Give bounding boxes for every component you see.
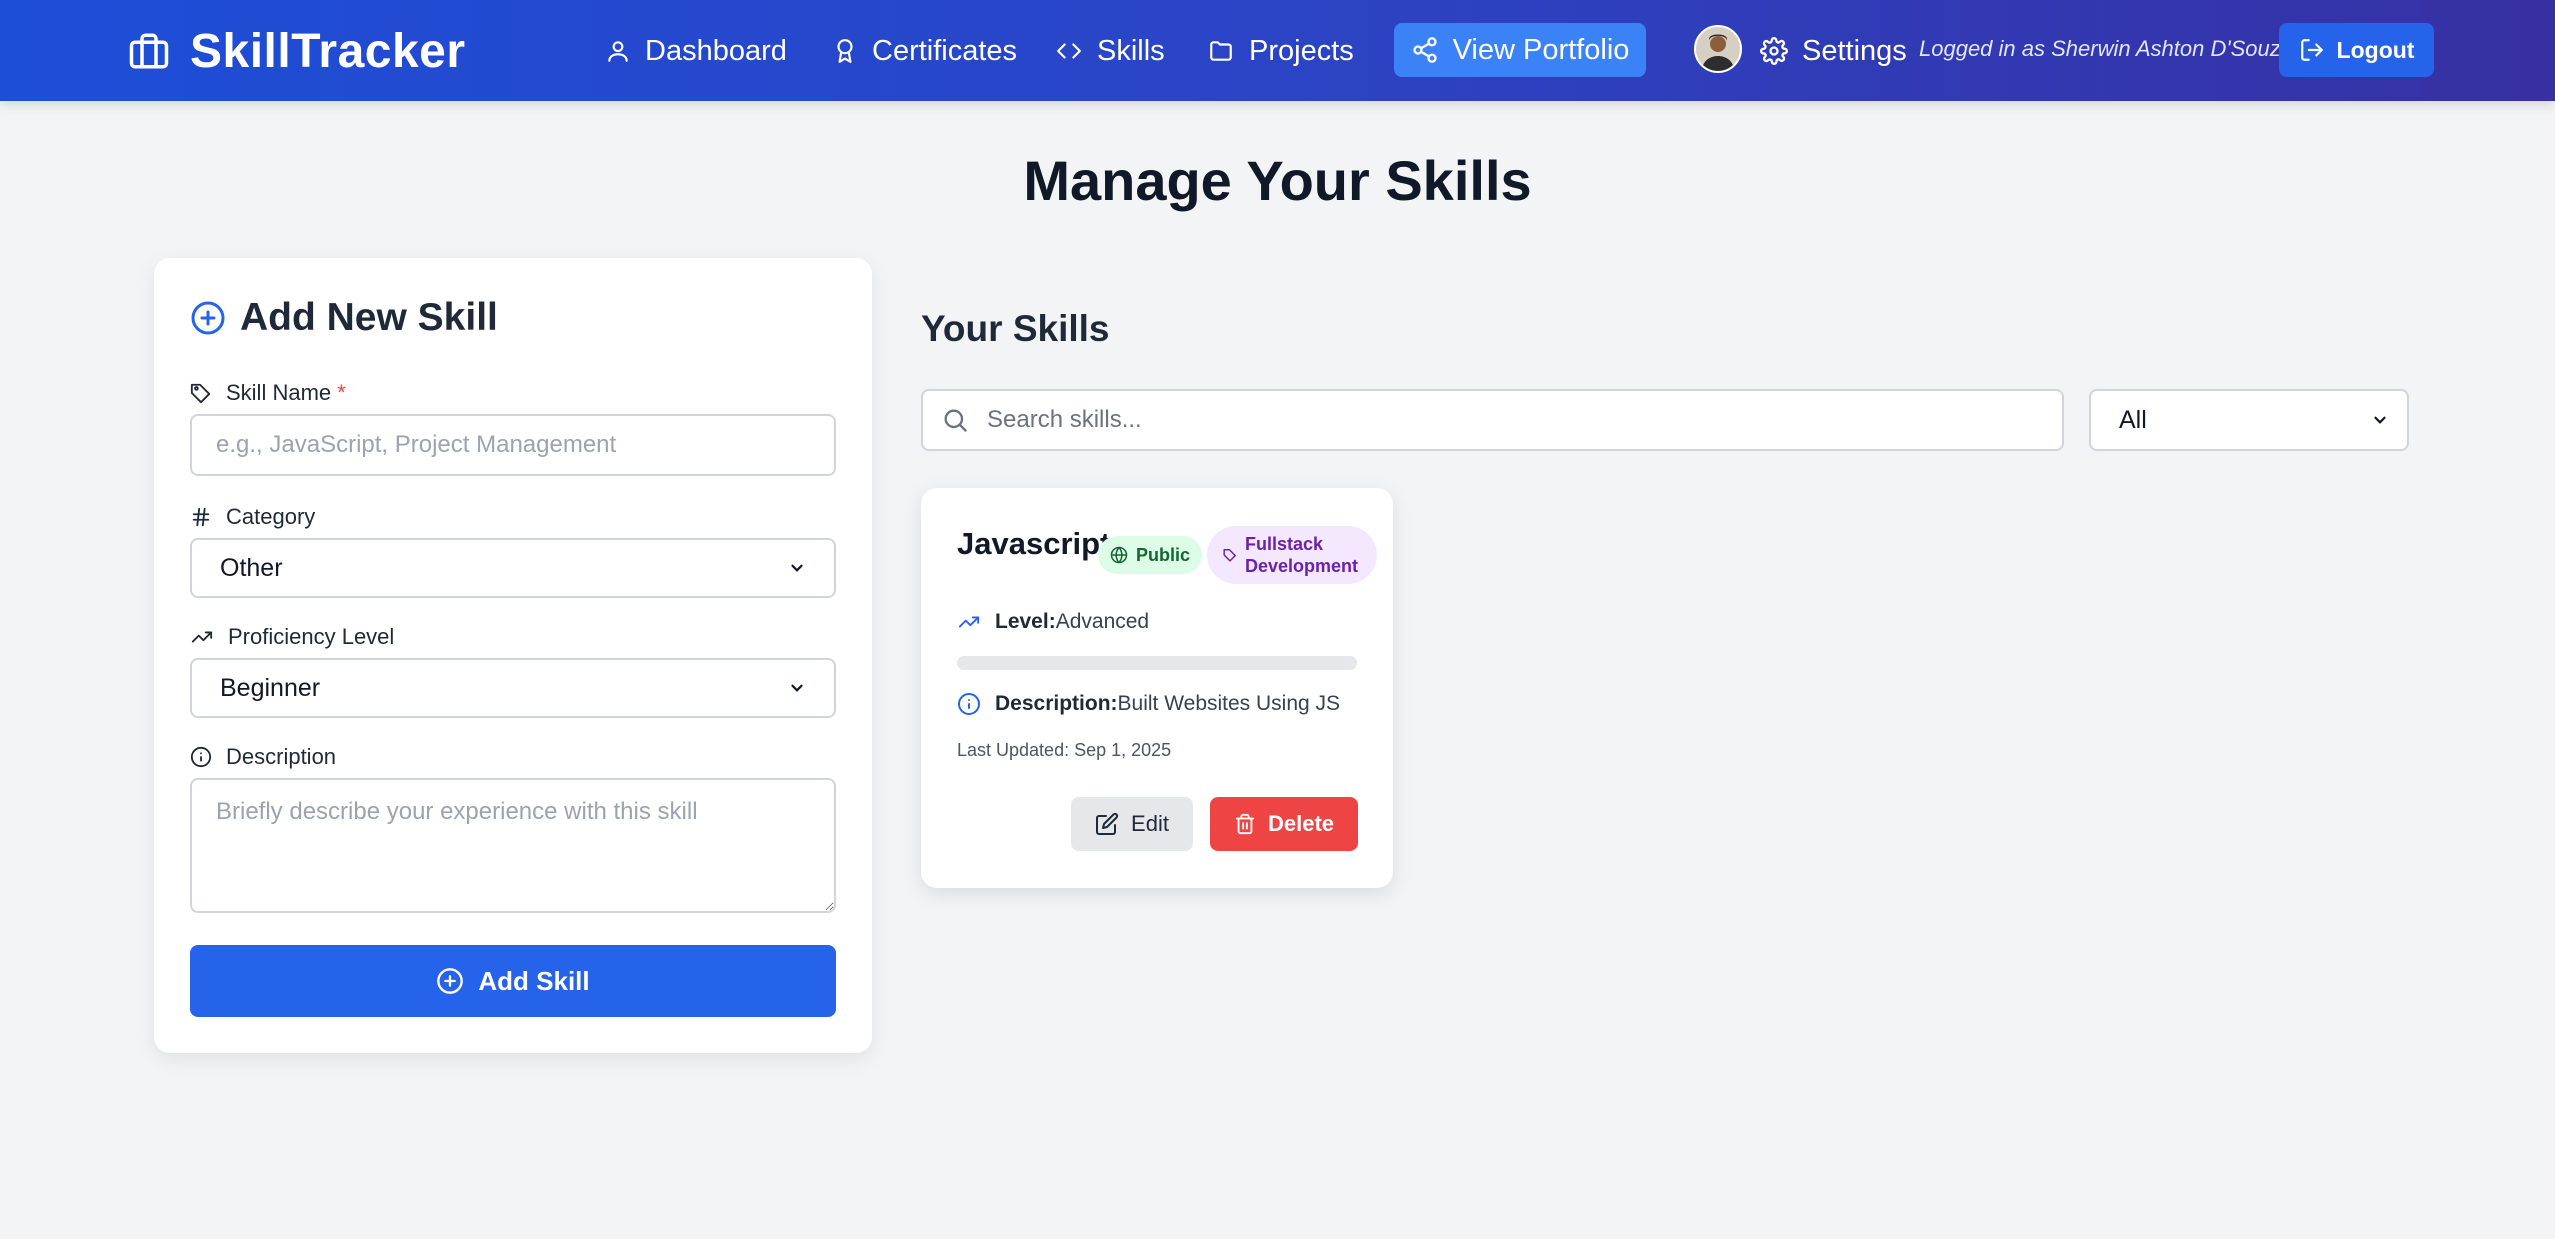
edit-skill-button[interactable]: Edit bbox=[1071, 797, 1193, 851]
chevron-down-icon bbox=[788, 559, 806, 577]
page-title: Manage Your Skills bbox=[1023, 149, 1532, 212]
gear-icon bbox=[1760, 37, 1788, 65]
description-textarea[interactable] bbox=[190, 778, 836, 913]
nav-certificates[interactable]: Certificates bbox=[832, 28, 1017, 74]
add-skill-card: Add New Skill Skill Name* Category Other… bbox=[154, 258, 872, 1053]
award-icon bbox=[832, 38, 858, 64]
logout-button[interactable]: Logout bbox=[2279, 23, 2434, 77]
category-filter-select[interactable]: All bbox=[2089, 389, 2409, 451]
proficiency-select[interactable]: Beginner bbox=[190, 658, 836, 718]
add-skill-heading-text: Add New Skill bbox=[240, 296, 498, 339]
category-label-text: Category bbox=[226, 504, 316, 529]
logged-in-text: Logged in as Sherwin Ashton D'Souza bbox=[1919, 36, 2293, 61]
add-skill-heading: Add New Skill bbox=[190, 296, 498, 340]
edit-skill-label: Edit bbox=[1131, 811, 1169, 836]
chevron-down-icon bbox=[788, 679, 806, 697]
nav-skills[interactable]: Skills bbox=[1055, 28, 1165, 74]
tag-icon bbox=[190, 382, 212, 404]
plus-circle-icon bbox=[190, 300, 226, 336]
proficiency-label-text: Proficiency Level bbox=[228, 624, 395, 649]
chevron-down-icon bbox=[2371, 411, 2389, 429]
edit-icon bbox=[1095, 812, 1119, 836]
category-badge-label: Fullstack Development bbox=[1245, 534, 1359, 576]
user-icon bbox=[605, 38, 631, 64]
skill-name-label-text: Skill Name bbox=[226, 380, 332, 405]
add-skill-button[interactable]: Add Skill bbox=[190, 945, 836, 1017]
visibility-badge: Public bbox=[1098, 536, 1203, 574]
nav-projects[interactable]: Projects bbox=[1207, 28, 1354, 74]
skill-name-input[interactable] bbox=[190, 414, 836, 476]
skill-progress-bar bbox=[957, 656, 1357, 670]
top-navbar: SkillTracker Dashboard Certificates Skil… bbox=[0, 0, 2555, 101]
skill-level-label: Level: bbox=[995, 610, 1056, 633]
globe-icon bbox=[1110, 546, 1128, 564]
skill-search-box[interactable] bbox=[921, 389, 2064, 451]
skill-description-label: Description: bbox=[995, 692, 1118, 715]
code-icon bbox=[1055, 38, 1083, 64]
skill-description-row: Description:Built Websites Using JS bbox=[957, 692, 1340, 716]
category-badge: Fullstack Development bbox=[1207, 526, 1377, 584]
nav-projects-label: Projects bbox=[1249, 34, 1354, 67]
nav-settings-label: Settings bbox=[1802, 34, 1907, 67]
hash-icon bbox=[190, 506, 212, 528]
required-marker: * bbox=[337, 380, 346, 405]
avatar[interactable] bbox=[1694, 25, 1742, 73]
category-select[interactable]: Other bbox=[190, 538, 836, 598]
nav-certificates-label: Certificates bbox=[872, 34, 1018, 67]
nav-skills-label: Skills bbox=[1097, 34, 1165, 67]
your-skills-title: Your Skills bbox=[921, 308, 1110, 349]
category-filter-value: All bbox=[2119, 405, 2147, 434]
info-icon bbox=[190, 746, 212, 768]
skill-name-label: Skill Name * bbox=[190, 380, 346, 406]
last-updated-text: Last Updated: Sep 1, 2025 bbox=[957, 740, 1172, 760]
delete-skill-button[interactable]: Delete bbox=[1210, 797, 1358, 851]
tag-icon bbox=[1223, 548, 1237, 562]
description-label-text: Description bbox=[226, 744, 337, 769]
brand-name: SkillTracker bbox=[190, 24, 466, 78]
trending-up-icon bbox=[957, 611, 981, 633]
briefcase-icon bbox=[128, 30, 170, 72]
skill-level-row: Level:Advanced bbox=[957, 610, 1149, 634]
plus-circle-icon bbox=[436, 967, 464, 995]
info-icon bbox=[957, 692, 981, 716]
view-portfolio-button[interactable]: View Portfolio bbox=[1394, 23, 1646, 77]
delete-skill-label: Delete bbox=[1267, 811, 1335, 836]
logout-label: Logout bbox=[2336, 36, 2415, 63]
folder-icon bbox=[1207, 38, 1235, 64]
search-icon bbox=[941, 406, 969, 434]
view-portfolio-label: View Portfolio bbox=[1452, 33, 1630, 66]
trash-icon bbox=[1234, 812, 1256, 836]
nav-dashboard-label: Dashboard bbox=[645, 34, 787, 67]
proficiency-label: Proficiency Level bbox=[190, 624, 394, 650]
description-label: Description bbox=[190, 744, 336, 770]
skill-name: Javascript bbox=[957, 526, 1111, 561]
trending-up-icon bbox=[190, 626, 214, 648]
share-icon bbox=[1411, 36, 1439, 64]
skill-search-input[interactable] bbox=[987, 406, 1987, 434]
proficiency-select-value: Beginner bbox=[220, 673, 321, 702]
category-label: Category bbox=[190, 504, 315, 530]
nav-settings[interactable]: Settings bbox=[1760, 28, 1907, 74]
logout-icon bbox=[2299, 37, 2325, 63]
nav-dashboard[interactable]: Dashboard bbox=[605, 28, 787, 74]
brand-logo[interactable]: SkillTracker bbox=[128, 24, 466, 78]
skill-level-value: Advanced bbox=[1055, 610, 1150, 633]
category-select-value: Other bbox=[220, 553, 283, 582]
visibility-badge-label: Public bbox=[1136, 544, 1191, 565]
add-skill-button-label: Add Skill bbox=[478, 965, 590, 996]
skill-card: Javascript Public Fullstack Development … bbox=[921, 488, 1393, 888]
skill-description-value: Built Websites Using JS bbox=[1117, 692, 1341, 715]
